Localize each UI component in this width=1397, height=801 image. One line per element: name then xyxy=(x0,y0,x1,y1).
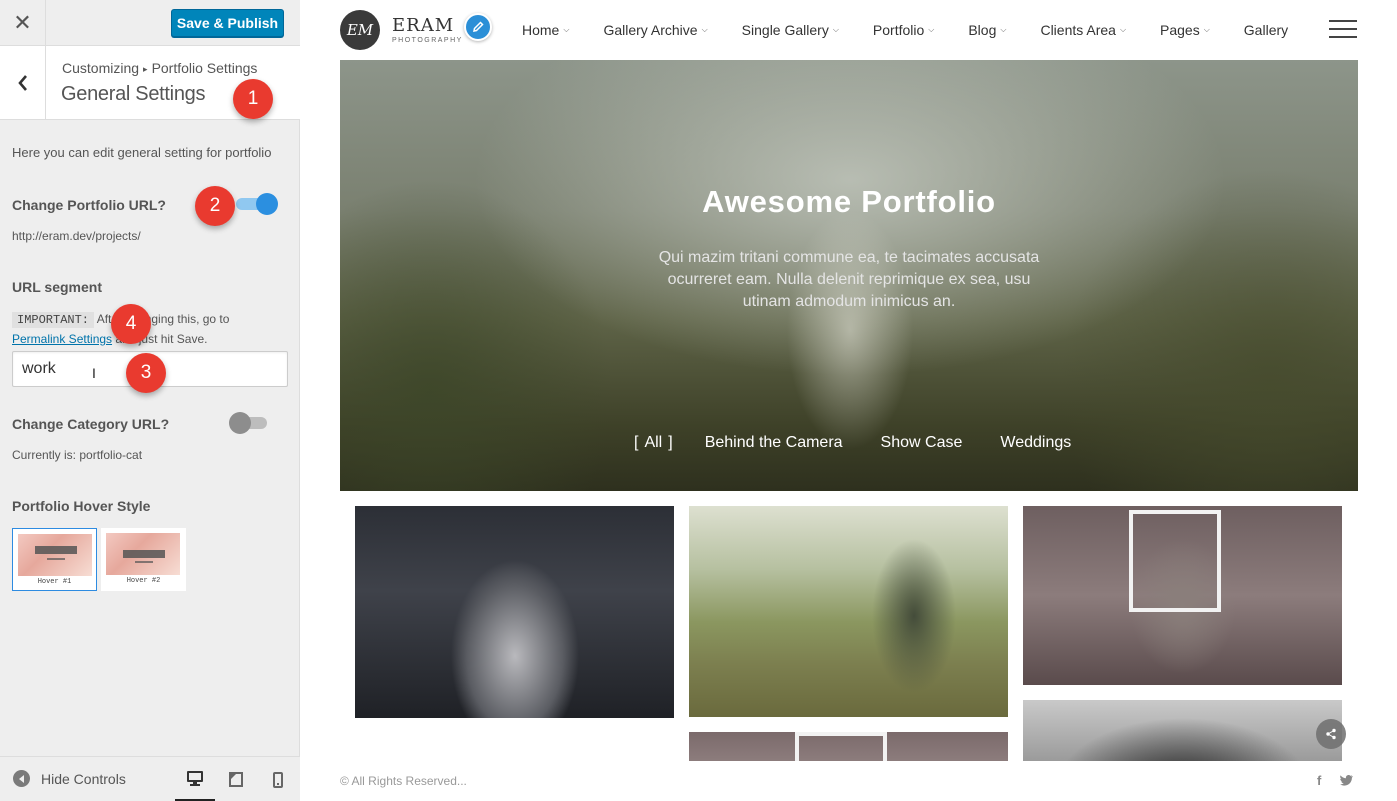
hover-option-caption: Hover #1 xyxy=(37,578,72,586)
hide-controls-label: Hide Controls xyxy=(41,770,126,787)
category-url-value: Currently is: portfolio-cat xyxy=(12,448,143,462)
logo-initials: EM xyxy=(346,21,374,39)
nav-label: Single Gallery xyxy=(741,22,829,38)
portfolio-filters: [All] Behind the Camera Show Case Weddin… xyxy=(628,434,1109,452)
section-header: Customizing ▸ Portfolio Settings General S… xyxy=(0,46,300,120)
nav-label: Gallery xyxy=(1243,22,1289,38)
save-publish-button[interactable]: Save & Publish xyxy=(171,9,284,37)
nav-item-portfolio[interactable]: Portfolio ⌵ xyxy=(873,22,934,38)
category-url-toggle[interactable] xyxy=(229,412,269,434)
portfolio-item[interactable] xyxy=(1023,506,1342,685)
device-desktop-button[interactable] xyxy=(175,757,215,801)
logo-mark[interactable]: EM xyxy=(340,10,380,50)
nav-label: Clients Area xyxy=(1040,22,1116,38)
chevron-down-icon: ⌵ xyxy=(563,25,570,34)
chevron-down-icon: ⌵ xyxy=(928,25,935,34)
hero-title: Awesome Portfolio xyxy=(702,184,996,219)
filter-show-case[interactable]: Show Case xyxy=(881,434,963,452)
portfolio-hero: Awesome Portfolio Qui mazim tritani comm… xyxy=(340,60,1358,491)
url-segment-input[interactable] xyxy=(12,351,288,387)
portfolio-item[interactable] xyxy=(355,506,674,718)
nav-item-clients-area[interactable]: Clients Area ⌵ xyxy=(1040,22,1126,38)
close-customizer-button[interactable]: ✕ xyxy=(0,0,46,45)
nav-label: Portfolio xyxy=(872,22,925,38)
logo-subtitle: PHOTOGRAPHY xyxy=(392,37,463,44)
chevron-down-icon: ⌵ xyxy=(701,25,708,34)
note-after: and just hit Save. xyxy=(115,332,208,346)
hide-controls-button[interactable]: Hide Controls xyxy=(13,770,126,787)
chevron-down-icon: ⌵ xyxy=(1119,25,1127,34)
back-button[interactable] xyxy=(0,46,46,119)
main-navigation: Home ⌵ Gallery Archive ⌵ Single Gallery ⌵ P… xyxy=(522,0,1322,60)
permalink-settings-link[interactable]: Permalink Settings xyxy=(12,332,112,346)
mobile-icon xyxy=(273,771,283,788)
section-description: Here you can edit general setting for po… xyxy=(12,145,272,160)
portfolio-url-value: http://eram.dev/projects/ xyxy=(12,229,141,243)
portfolio-item[interactable] xyxy=(1023,700,1342,762)
nav-item-home[interactable]: Home ⌵ xyxy=(522,22,569,38)
toggle-knob xyxy=(256,193,278,215)
portfolio-item[interactable] xyxy=(689,732,1008,762)
share-button[interactable] xyxy=(1316,719,1346,749)
breadcrumb-separator-icon: ▸ xyxy=(143,64,148,74)
pencil-icon xyxy=(473,21,484,32)
chevron-down-icon: ⌵ xyxy=(1000,25,1007,34)
filter-all[interactable]: [All] xyxy=(628,434,679,452)
hover-option-caption: Hover #2 xyxy=(126,577,161,585)
nav-label: Blog xyxy=(968,22,997,38)
hamburger-menu-icon[interactable] xyxy=(1329,20,1357,38)
portfolio-url-toggle[interactable] xyxy=(234,193,278,215)
toggle-knob xyxy=(229,412,251,434)
filter-label: All xyxy=(644,434,663,451)
portfolio-item[interactable] xyxy=(689,506,1008,717)
nav-item-single-gallery[interactable]: Single Gallery ⌵ xyxy=(742,22,839,38)
nav-label: Home xyxy=(522,22,560,38)
nav-item-gallery[interactable]: Gallery xyxy=(1244,22,1288,38)
site-footer: © All Rights Reserved... f xyxy=(301,761,1397,801)
hover-style-option-1[interactable]: Hover #1 xyxy=(12,528,97,591)
tablet-icon xyxy=(229,772,243,787)
logo-name[interactable]: ERAM xyxy=(392,15,454,36)
breadcrumb-root: Customizing xyxy=(62,60,140,76)
edit-shortcut-button[interactable] xyxy=(464,13,492,41)
filter-behind-the-camera[interactable]: Behind the Camera xyxy=(705,434,843,452)
customizer-topbar: ✕ Save & Publish xyxy=(0,0,300,46)
hover-preview-image xyxy=(106,533,180,575)
breadcrumb: Customizing ▸ Portfolio Settings xyxy=(62,60,257,76)
nav-item-pages[interactable]: Pages ⌵ xyxy=(1160,22,1210,38)
share-icon xyxy=(1326,728,1336,740)
url-segment-label: URL segment xyxy=(12,279,102,295)
device-mobile-button[interactable] xyxy=(258,757,298,801)
chevron-down-icon: ⌵ xyxy=(1203,25,1210,34)
facebook-icon[interactable]: f xyxy=(1317,773,1321,788)
nav-label: Gallery Archive xyxy=(603,22,698,38)
desktop-icon xyxy=(187,770,203,786)
note-before: After changing this, go to xyxy=(96,312,230,326)
breadcrumb-parent: Portfolio Settings xyxy=(151,60,258,76)
site-preview: EM ERAM PHOTOGRAPHY Home ⌵ Gallery Archiv… xyxy=(301,0,1397,801)
twitter-icon[interactable] xyxy=(1340,773,1353,791)
section-title: General Settings xyxy=(61,83,206,105)
collapse-icon xyxy=(13,770,30,787)
close-icon: ✕ xyxy=(13,9,32,35)
nav-item-gallery-archive[interactable]: Gallery Archive ⌵ xyxy=(603,22,707,38)
hover-style-option-2[interactable]: Hover #2 xyxy=(101,528,186,591)
hero-description: Qui mazim tritani commune ea, te tacimat… xyxy=(658,249,1040,310)
chevron-left-icon xyxy=(17,74,27,91)
portfolio-url-label: Change Portfolio URL? xyxy=(12,197,166,213)
customizer-sidebar: ✕ Save & Publish Customizing ▸ Portfolio S… xyxy=(0,0,300,801)
hover-style-label: Portfolio Hover Style xyxy=(12,498,151,514)
nav-item-blog[interactable]: Blog ⌵ xyxy=(968,22,1006,38)
nav-label: Pages xyxy=(1160,22,1200,38)
important-tag: IMPORTANT: xyxy=(12,312,95,328)
device-tablet-button[interactable] xyxy=(216,757,256,801)
customizer-footer: Hide Controls xyxy=(0,756,300,801)
copyright-text: © All Rights Reserved... xyxy=(340,774,467,788)
filter-weddings[interactable]: Weddings xyxy=(1000,434,1071,452)
chevron-down-icon: ⌵ xyxy=(832,25,839,34)
url-segment-note: IMPORTANT: After changing this, go to Pe… xyxy=(12,310,282,349)
hover-preview-image xyxy=(18,534,92,576)
category-url-label: Change Category URL? xyxy=(12,416,170,432)
